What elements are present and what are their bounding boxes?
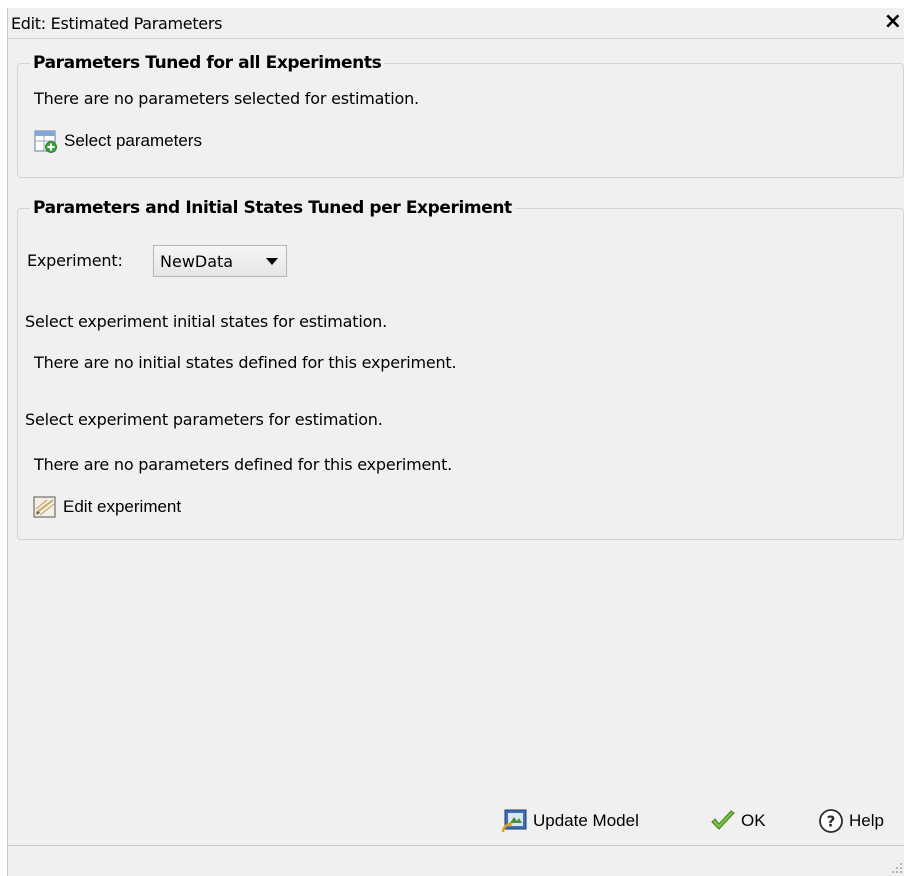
global-parameters-title: Parameters Tuned for all Experiments: [30, 53, 385, 73]
estimated-parameters-dialog: Edit: Estimated Parameters × Parameters …: [7, 8, 904, 876]
global-parameters-group: Parameters Tuned for all Experiments The…: [17, 53, 904, 178]
resize-grip-icon[interactable]: [889, 860, 903, 874]
help-button[interactable]: ? Help: [818, 808, 884, 834]
close-icon[interactable]: ×: [884, 10, 902, 34]
title-bar[interactable]: Edit: Estimated Parameters ×: [8, 8, 904, 39]
checkmark-icon: [711, 810, 735, 830]
update-model-icon: [502, 809, 527, 833]
select-parameters-icon: [34, 130, 57, 153]
no-initial-states-message: There are no initial states defined for …: [34, 353, 457, 372]
help-icon: ?: [819, 809, 843, 833]
status-bar: [8, 845, 904, 876]
dropdown-arrow-icon: [266, 258, 278, 265]
experiment-dropdown-value: NewData: [160, 251, 234, 271]
update-model-button[interactable]: Update Model: [502, 808, 639, 834]
help-label: Help: [849, 811, 884, 830]
edit-experiment-button[interactable]: Edit experiment: [33, 495, 181, 519]
initial-states-heading: Select experiment initial states for est…: [25, 312, 387, 331]
edit-experiment-icon: [33, 496, 56, 518]
experiment-parameters-heading: Select experiment parameters for estimat…: [25, 410, 383, 429]
svg-text:?: ?: [827, 813, 836, 831]
no-experiment-parameters-message: There are no parameters defined for this…: [34, 455, 453, 474]
edit-experiment-label: Edit experiment: [63, 497, 182, 516]
per-experiment-group: Parameters and Initial States Tuned per …: [17, 198, 904, 540]
dialog-title: Edit: Estimated Parameters: [11, 14, 223, 33]
ok-label: OK: [741, 811, 766, 830]
experiment-label: Experiment:: [27, 251, 123, 270]
select-parameters-button[interactable]: Select parameters: [34, 129, 202, 153]
select-parameters-label: Select parameters: [64, 131, 202, 150]
update-model-label: Update Model: [533, 811, 639, 830]
experiment-dropdown[interactable]: NewData: [153, 245, 287, 277]
ok-button[interactable]: OK: [710, 808, 766, 834]
per-experiment-title: Parameters and Initial States Tuned per …: [30, 198, 515, 218]
no-parameters-message: There are no parameters selected for est…: [34, 89, 419, 108]
